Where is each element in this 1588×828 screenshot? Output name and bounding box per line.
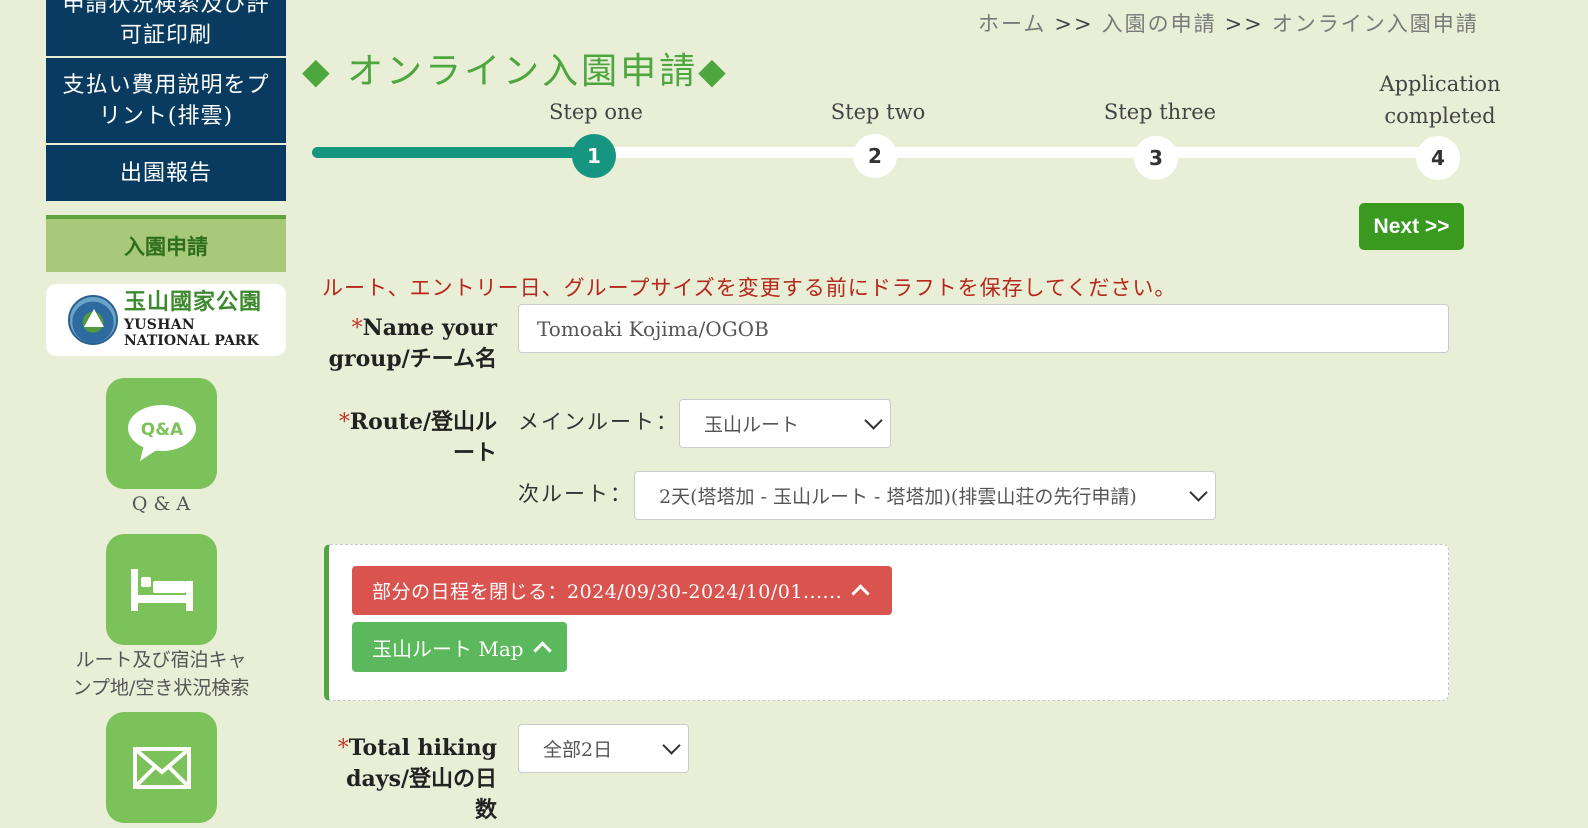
nav-exit-report[interactable]: 出園報告 bbox=[46, 145, 286, 201]
logo-english-name-2: NATIONAL PARK bbox=[124, 333, 259, 349]
breadcrumb-home[interactable]: ホーム bbox=[978, 12, 1046, 36]
nav-label-line1: 申請状況検索及び許 bbox=[62, 0, 270, 17]
envelope-icon bbox=[132, 746, 191, 789]
route-tile-label-line1: ルート及び宿泊キャ bbox=[75, 649, 247, 671]
chevron-down-icon bbox=[1189, 483, 1208, 502]
logo-chinese-name: 玉山國家公園 bbox=[124, 290, 263, 315]
route-label-line2: ート bbox=[452, 440, 497, 466]
step-circle-1: 1 bbox=[572, 134, 616, 178]
step-label-4-line1: Application bbox=[1379, 72, 1501, 96]
section-title-text: 入園申請 bbox=[124, 234, 208, 259]
step-label-1: Step one bbox=[549, 100, 643, 124]
qa-tile[interactable]: Q&A bbox=[106, 378, 217, 489]
qa-bubble-text: Q&A bbox=[140, 420, 183, 440]
yushan-logo[interactable]: 玉山國家公園 YUSHAN NATIONAL PARK bbox=[46, 284, 286, 356]
nav-label-line2: 可証印刷 bbox=[119, 23, 212, 48]
hiking-days-label-line2: days/登山の日 bbox=[346, 766, 497, 792]
route-label: *Route/登山ル ート bbox=[300, 407, 497, 469]
hiking-days-label: *Total hiking days/登山の日 数 bbox=[300, 733, 497, 826]
hiking-days-select[interactable]: 全部2日 bbox=[518, 724, 689, 773]
step-label-4: Application completed bbox=[1370, 68, 1510, 132]
step-circle-3: 3 bbox=[1134, 136, 1178, 180]
sub-route-select[interactable]: 2天(塔塔加 - 玉山ルート - 塔塔加)(排雲山荘の先行申請) bbox=[634, 471, 1216, 520]
contact-tile[interactable] bbox=[106, 712, 217, 823]
group-name-label-line1: Name your bbox=[362, 315, 497, 341]
chevron-down-icon bbox=[864, 411, 883, 430]
bed-icon bbox=[130, 568, 193, 611]
breadcrumb-current: オンライン入園申請 bbox=[1271, 12, 1479, 36]
hiking-days-value: 全部2日 bbox=[543, 739, 613, 761]
route-label-line1: Route/登山ル bbox=[349, 409, 497, 435]
nav-print-fee-explanation[interactable]: 支払い費用説明をプ リント(排雲) bbox=[46, 58, 286, 145]
route-map-label: 玉山ルート Map bbox=[372, 636, 524, 661]
nav-label-line1: 支払い費用説明をプ bbox=[62, 72, 270, 98]
park-emblem-icon bbox=[68, 295, 118, 345]
route-tile-label-line2: ンプ地/空き状況検索 bbox=[72, 677, 250, 699]
collapse-schedule-label: 部分の日程を閉じる：2024/09/30-2024/10/01...... bbox=[372, 581, 843, 603]
breadcrumb-separator: >> bbox=[1224, 12, 1264, 36]
chevron-up-icon bbox=[532, 640, 552, 660]
required-asterisk: * bbox=[351, 316, 363, 341]
draft-warning: ルート、エントリー日、グループサイズを変更する前にドラフトを保存してください。 bbox=[322, 276, 1177, 300]
next-button[interactable]: Next >> bbox=[1359, 203, 1464, 250]
sub-route-label: 次ルート： bbox=[518, 482, 633, 506]
logo-english-name-1: YUSHAN bbox=[124, 317, 196, 333]
nav-application-status[interactable]: 申請状況検索及び許 可証印刷 bbox=[46, 0, 286, 58]
step-label-3: Step three bbox=[1103, 100, 1217, 124]
route-search-tile-label[interactable]: ルート及び宿泊キャ ンプ地/空き状況検索 bbox=[41, 646, 281, 702]
breadcrumb: ホーム >> 入園の申請 >> オンライン入園申請 bbox=[978, 8, 1479, 38]
group-name-label-line2: group/チーム名 bbox=[328, 346, 497, 372]
qa-chat-icon: Q&A bbox=[127, 404, 196, 461]
required-asterisk: * bbox=[338, 410, 350, 435]
chevron-up-icon bbox=[851, 584, 870, 603]
step-circle-4: 4 bbox=[1416, 136, 1460, 180]
chevron-down-icon bbox=[662, 736, 681, 755]
hiking-days-label-line1: Total hiking bbox=[348, 735, 497, 761]
route-search-tile[interactable] bbox=[106, 534, 217, 645]
progress-fill bbox=[312, 147, 598, 158]
step-label-2: Step two bbox=[830, 100, 926, 124]
nav-label: 出園報告 bbox=[119, 160, 212, 186]
section-title-entry-application: 入園申請 bbox=[46, 215, 286, 272]
main-route-value: 玉山ルート bbox=[704, 414, 800, 436]
sub-route-value: 2天(塔塔加 - 玉山ルート - 塔塔加)(排雲山荘の先行申請) bbox=[659, 486, 1137, 508]
breadcrumb-entry-application[interactable]: 入園の申請 bbox=[1102, 12, 1217, 36]
group-name-label: *Name your group/チーム名 bbox=[300, 313, 497, 375]
breadcrumb-separator: >> bbox=[1054, 12, 1094, 36]
route-map-button[interactable]: 玉山ルート Map bbox=[352, 622, 567, 672]
nav-label-line2: リント(排雲) bbox=[98, 103, 234, 129]
main-route-select[interactable]: 玉山ルート bbox=[679, 399, 891, 448]
page-title: ◆ オンライン入園申請◆ bbox=[302, 51, 729, 92]
collapse-schedule-button[interactable]: 部分の日程を閉じる：2024/09/30-2024/10/01...... bbox=[352, 566, 892, 615]
step-circle-2: 2 bbox=[853, 134, 897, 178]
main-route-label: メインルート： bbox=[518, 410, 679, 434]
hiking-days-label-line3: 数 bbox=[474, 797, 497, 823]
qa-tile-label[interactable]: Q & A bbox=[41, 490, 281, 518]
group-name-input[interactable] bbox=[518, 304, 1449, 353]
required-asterisk: * bbox=[337, 736, 349, 761]
step-label-4-line2: completed bbox=[1384, 104, 1496, 128]
